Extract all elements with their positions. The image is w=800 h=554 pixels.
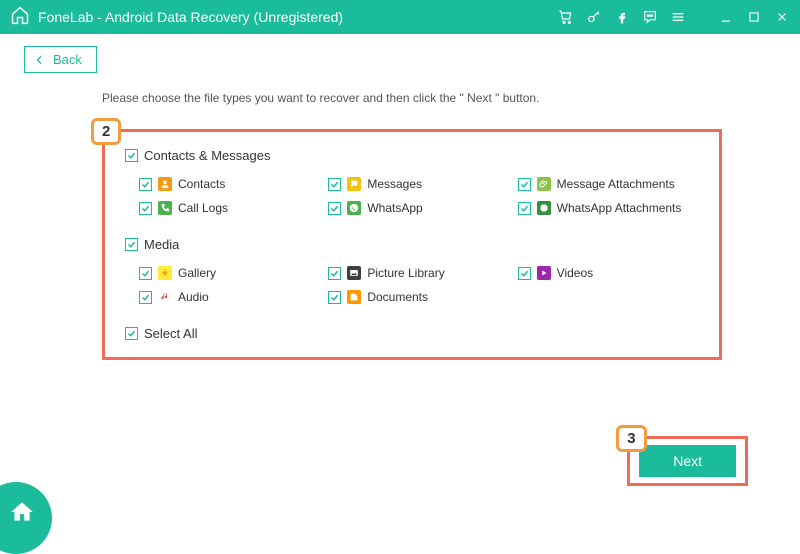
file-type-item[interactable]: Audio xyxy=(139,290,320,304)
person-icon xyxy=(158,177,172,191)
file-type-item[interactable]: Message Attachments xyxy=(518,177,699,191)
checkbox-icon xyxy=(139,267,152,280)
audio-icon xyxy=(158,290,172,304)
step-badge-2: 2 xyxy=(91,118,121,145)
whatsapp-icon xyxy=(347,201,361,215)
section-media[interactable]: Media xyxy=(125,237,699,252)
whatsapp-attach-icon xyxy=(537,201,551,215)
checkbox-icon xyxy=(328,291,341,304)
checkbox-icon xyxy=(518,202,531,215)
picture-icon xyxy=(347,266,361,280)
section-title: Media xyxy=(144,237,179,252)
checkbox-icon xyxy=(125,149,138,162)
file-type-label: Picture Library xyxy=(367,266,444,280)
star-icon xyxy=(158,266,172,280)
checkbox-icon xyxy=(139,291,152,304)
back-button[interactable]: Back xyxy=(24,46,97,73)
cart-icon[interactable] xyxy=(558,9,574,25)
section-contacts-messages[interactable]: Contacts & Messages xyxy=(125,148,699,163)
file-type-label: WhatsApp xyxy=(367,201,422,215)
home-outline-icon xyxy=(10,5,30,30)
file-type-item[interactable]: Contacts xyxy=(139,177,320,191)
file-type-item[interactable]: Messages xyxy=(328,177,509,191)
file-type-label: Documents xyxy=(367,290,428,304)
select-all-label: Select All xyxy=(144,326,197,341)
file-type-item[interactable]: Picture Library xyxy=(328,266,509,280)
video-icon xyxy=(537,266,551,280)
checkbox-icon xyxy=(125,238,138,251)
file-type-item[interactable]: Videos xyxy=(518,266,699,280)
window-title: FoneLab - Android Data Recovery (Unregis… xyxy=(38,9,343,25)
section-title: Contacts & Messages xyxy=(144,148,270,163)
file-type-item[interactable]: Documents xyxy=(328,290,509,304)
file-type-label: WhatsApp Attachments xyxy=(557,201,682,215)
file-type-label: Message Attachments xyxy=(557,177,675,191)
file-type-item[interactable]: Call Logs xyxy=(139,201,320,215)
menu-icon[interactable] xyxy=(670,9,686,25)
checkbox-icon xyxy=(518,267,531,280)
key-icon[interactable] xyxy=(586,9,602,25)
checkbox-icon xyxy=(328,202,341,215)
home-icon xyxy=(9,499,35,525)
file-type-label: Contacts xyxy=(178,177,225,191)
checkbox-icon xyxy=(518,178,531,191)
file-type-label: Messages xyxy=(367,177,422,191)
minimize-icon[interactable] xyxy=(718,9,734,25)
file-type-label: Audio xyxy=(178,290,209,304)
checkbox-icon xyxy=(328,178,341,191)
file-type-item[interactable]: WhatsApp xyxy=(328,201,509,215)
file-type-label: Call Logs xyxy=(178,201,228,215)
feedback-icon[interactable] xyxy=(642,9,658,25)
file-types-panel: 2 Contacts & Messages Contacts Messages … xyxy=(102,129,722,360)
arrow-left-icon xyxy=(33,54,47,66)
titlebar: FoneLab - Android Data Recovery (Unregis… xyxy=(0,0,800,34)
close-icon[interactable] xyxy=(774,9,790,25)
instruction-text: Please choose the file types you want to… xyxy=(102,91,776,105)
checkbox-icon xyxy=(328,267,341,280)
checkbox-icon xyxy=(139,178,152,191)
file-type-item[interactable]: WhatsApp Attachments xyxy=(518,201,699,215)
file-type-item[interactable]: Gallery xyxy=(139,266,320,280)
doc-icon xyxy=(347,290,361,304)
facebook-icon[interactable] xyxy=(614,9,630,25)
checkbox-icon xyxy=(125,327,138,340)
home-button[interactable] xyxy=(0,482,52,554)
step-badge-3: 3 xyxy=(616,425,646,452)
checkbox-icon xyxy=(139,202,152,215)
maximize-icon[interactable] xyxy=(746,9,762,25)
select-all[interactable]: Select All xyxy=(125,326,699,341)
back-label: Back xyxy=(53,52,82,67)
attach-icon xyxy=(537,177,551,191)
file-type-label: Videos xyxy=(557,266,593,280)
chat-icon xyxy=(347,177,361,191)
file-type-label: Gallery xyxy=(178,266,216,280)
next-area: 3 Next xyxy=(627,436,748,486)
next-label: Next xyxy=(673,453,702,469)
next-button[interactable]: Next xyxy=(639,445,736,477)
phone-icon xyxy=(158,201,172,215)
